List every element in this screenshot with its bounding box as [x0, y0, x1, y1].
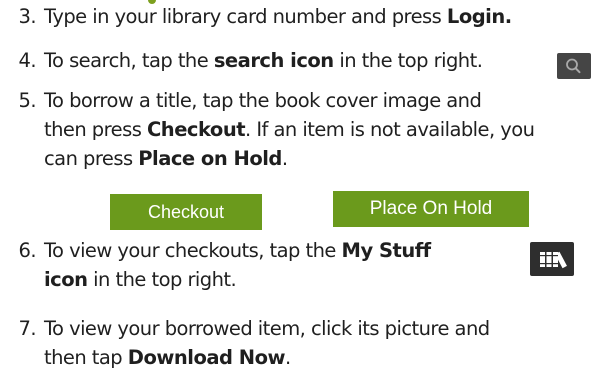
- step-text: To view your checkouts, tap the: [44, 239, 342, 262]
- checkout-button[interactable]: Checkout: [110, 194, 262, 230]
- step-line: 7. To view your borrowed item, click its …: [0, 314, 490, 343]
- step-text-bold: Login.: [446, 5, 512, 28]
- step-line: 3. Type in your library card number and p…: [0, 2, 512, 31]
- step-7: 7. To view your borrowed item, click its …: [0, 314, 490, 369]
- step-text-bold: Place on Hold: [138, 147, 282, 170]
- step-text-bold: search icon: [213, 49, 334, 72]
- step-6: 6. To view your checkouts, tap the My Stu…: [0, 236, 431, 294]
- my-stuff-icon[interactable]: [530, 242, 574, 276]
- step-4: 4. To search, tap the search icon in the …: [0, 46, 482, 75]
- step-text: .: [281, 147, 288, 170]
- step-line: 5. To borrow a title, tap the book cover …: [0, 86, 534, 115]
- step-text: then tap: [44, 346, 128, 369]
- place-on-hold-button[interactable]: Place On Hold: [333, 191, 529, 227]
- step-number: 4.: [18, 49, 36, 72]
- step-text: To view your borrowed item, click its pi…: [44, 317, 490, 340]
- step-text-bold: Download Now: [127, 346, 286, 369]
- step-number: 6.: [18, 239, 36, 262]
- step-line: 6. To view your checkouts, tap the My Stu…: [0, 236, 431, 265]
- step-line: can press Place on Hold.: [0, 144, 534, 173]
- step-text: then press: [44, 118, 147, 141]
- step-number: 3.: [18, 5, 36, 28]
- step-line: 4. To search, tap the search icon in the …: [0, 46, 482, 75]
- step-line: then tap Download Now.: [0, 343, 490, 369]
- step-text: To search, tap the: [44, 49, 214, 72]
- step-5: 5. To borrow a title, tap the book cover …: [0, 86, 535, 173]
- step-number: 7.: [18, 317, 36, 340]
- step-text: in the top right.: [87, 268, 237, 291]
- step-text-bold: My Stuff: [341, 239, 432, 262]
- step-line: icon in the top right.: [0, 265, 431, 294]
- search-icon[interactable]: [557, 53, 591, 79]
- step-line: then press Checkout. If an item is not a…: [0, 115, 535, 144]
- step-text: To borrow a title, tap the book cover im…: [44, 89, 482, 112]
- step-number: 5.: [18, 89, 36, 112]
- step-text-bold: icon: [44, 268, 88, 291]
- step-3: 3. Type in your library card number and p…: [0, 2, 512, 31]
- instructions-page: 3. Type in your library card number and p…: [0, 0, 600, 369]
- step-text-bold: Checkout: [147, 118, 246, 141]
- step-text: . If an item is not available, you: [245, 118, 535, 141]
- step-text: can press: [44, 147, 139, 170]
- step-text: .: [284, 346, 291, 369]
- step-text: Type in your library card number and pre…: [44, 5, 447, 28]
- step-text: in the top right.: [333, 49, 483, 72]
